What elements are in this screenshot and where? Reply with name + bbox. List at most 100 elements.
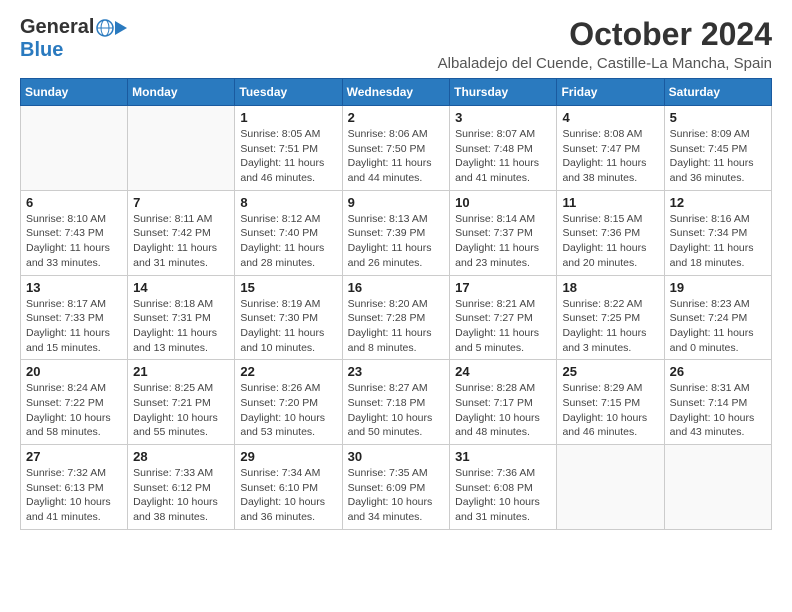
calendar-cell-w2-d1: 6 Sunrise: 8:10 AM Sunset: 7:43 PM Daylig… (21, 190, 128, 275)
day-number: 19 (670, 280, 766, 295)
day-number: 3 (455, 110, 551, 125)
calendar-cell-w4-d4: 23 Sunrise: 8:27 AM Sunset: 7:18 PM Dayli… (342, 360, 450, 445)
day-info: Sunrise: 8:31 AM Sunset: 7:14 PM Dayligh… (670, 381, 766, 440)
day-info: Sunrise: 8:20 AM Sunset: 7:28 PM Dayligh… (348, 297, 445, 356)
day-info: Sunrise: 8:29 AM Sunset: 7:15 PM Dayligh… (562, 381, 658, 440)
calendar-week-1: 1Sunrise: 8:05 AM Sunset: 7:51 PM Daylig… (21, 106, 772, 191)
day-number: 29 (240, 449, 336, 464)
day-info: Sunrise: 8:25 AM Sunset: 7:21 PM Dayligh… (133, 381, 229, 440)
calendar-cell-w5-d1: 27Sunrise: 7:32 AM Sunset: 6:13 PM Dayli… (21, 445, 128, 530)
day-info: Sunrise: 8:16 AM Sunset: 7:34 PM Dayligh… (670, 212, 766, 271)
day-number: 10 (455, 195, 551, 210)
calendar-cell-w5-d6 (557, 445, 664, 530)
day-number: 2 (348, 110, 445, 125)
calendar-cell-w5-d3: 29Sunrise: 7:34 AM Sunset: 6:10 PM Dayli… (235, 445, 342, 530)
day-number: 27 (26, 449, 122, 464)
calendar-cell-w1-d4: 2 Sunrise: 8:06 AM Sunset: 7:50 PM Daylig… (342, 106, 450, 191)
weekday-header-thursday: Thursday (450, 79, 557, 106)
calendar-cell-w1-d3: 1Sunrise: 8:05 AM Sunset: 7:51 PM Daylig… (235, 106, 342, 191)
calendar-cell-w3-d2: 14 Sunrise: 8:18 AM Sunset: 7:31 PM Dayli… (128, 275, 235, 360)
logo-globe-icon (96, 19, 114, 37)
calendar-cell-w3-d4: 16 Sunrise: 8:20 AM Sunset: 7:28 PM Dayli… (342, 275, 450, 360)
day-number: 14 (133, 280, 229, 295)
day-info: Sunrise: 8:06 AM Sunset: 7:50 PM Dayligh… (348, 127, 445, 186)
calendar-cell-w1-d1 (21, 106, 128, 191)
calendar-cell-w4-d3: 22 Sunrise: 8:26 AM Sunset: 7:20 PM Dayli… (235, 360, 342, 445)
day-info: Sunrise: 8:27 AM Sunset: 7:18 PM Dayligh… (348, 381, 445, 440)
calendar-week-5: 27Sunrise: 7:32 AM Sunset: 6:13 PM Dayli… (21, 445, 772, 530)
day-info: Sunrise: 8:22 AM Sunset: 7:25 PM Dayligh… (562, 297, 658, 356)
weekday-header-monday: Monday (128, 79, 235, 106)
month-title: October 2024 (438, 16, 772, 53)
weekday-header-tuesday: Tuesday (235, 79, 342, 106)
day-number: 15 (240, 280, 336, 295)
day-info: Sunrise: 8:19 AM Sunset: 7:30 PM Dayligh… (240, 297, 336, 356)
day-number: 22 (240, 364, 336, 379)
day-info: Sunrise: 8:10 AM Sunset: 7:43 PM Dayligh… (26, 212, 122, 271)
location-title: Albaladejo del Cuende, Castille-La Manch… (438, 55, 772, 72)
day-number: 8 (240, 195, 336, 210)
calendar-cell-w2-d3: 8 Sunrise: 8:12 AM Sunset: 7:40 PM Daylig… (235, 190, 342, 275)
weekday-header-row: SundayMondayTuesdayWednesdayThursdayFrid… (21, 79, 772, 106)
calendar-cell-w3-d6: 18Sunrise: 8:22 AM Sunset: 7:25 PM Dayli… (557, 275, 664, 360)
calendar-cell-w2-d7: 12 Sunrise: 8:16 AM Sunset: 7:34 PM Dayli… (664, 190, 771, 275)
day-info: Sunrise: 8:26 AM Sunset: 7:20 PM Dayligh… (240, 381, 336, 440)
logo-blue: Blue (20, 39, 63, 61)
day-number: 16 (348, 280, 445, 295)
calendar-week-3: 13Sunrise: 8:17 AM Sunset: 7:33 PM Dayli… (21, 275, 772, 360)
weekday-header-saturday: Saturday (664, 79, 771, 106)
calendar-week-2: 6 Sunrise: 8:10 AM Sunset: 7:43 PM Daylig… (21, 190, 772, 275)
calendar-cell-w1-d5: 3 Sunrise: 8:07 AM Sunset: 7:48 PM Daylig… (450, 106, 557, 191)
day-number: 7 (133, 195, 229, 210)
day-number: 30 (348, 449, 445, 464)
day-number: 28 (133, 449, 229, 464)
day-info: Sunrise: 8:23 AM Sunset: 7:24 PM Dayligh… (670, 297, 766, 356)
calendar-cell-w4-d1: 20 Sunrise: 8:24 AM Sunset: 7:22 PM Dayli… (21, 360, 128, 445)
logo: General Blue (20, 16, 127, 62)
day-number: 23 (348, 364, 445, 379)
day-info: Sunrise: 8:07 AM Sunset: 7:48 PM Dayligh… (455, 127, 551, 186)
day-number: 5 (670, 110, 766, 125)
day-info: Sunrise: 7:36 AM Sunset: 6:08 PM Dayligh… (455, 466, 551, 525)
day-number: 6 (26, 195, 122, 210)
weekday-header-sunday: Sunday (21, 79, 128, 106)
calendar-cell-w1-d7: 5Sunrise: 8:09 AM Sunset: 7:45 PM Daylig… (664, 106, 771, 191)
weekday-header-friday: Friday (557, 79, 664, 106)
day-number: 17 (455, 280, 551, 295)
calendar-cell-w4-d5: 24 Sunrise: 8:28 AM Sunset: 7:17 PM Dayli… (450, 360, 557, 445)
day-number: 9 (348, 195, 445, 210)
day-info: Sunrise: 8:13 AM Sunset: 7:39 PM Dayligh… (348, 212, 445, 271)
calendar-cell-w5-d7 (664, 445, 771, 530)
calendar-cell-w1-d6: 4Sunrise: 8:08 AM Sunset: 7:47 PM Daylig… (557, 106, 664, 191)
calendar-cell-w2-d5: 10 Sunrise: 8:14 AM Sunset: 7:37 PM Dayli… (450, 190, 557, 275)
day-number: 24 (455, 364, 551, 379)
calendar: SundayMondayTuesdayWednesdayThursdayFrid… (20, 78, 772, 530)
day-info: Sunrise: 8:24 AM Sunset: 7:22 PM Dayligh… (26, 381, 122, 440)
day-info: Sunrise: 7:35 AM Sunset: 6:09 PM Dayligh… (348, 466, 445, 525)
calendar-cell-w4-d7: 26Sunrise: 8:31 AM Sunset: 7:14 PM Dayli… (664, 360, 771, 445)
calendar-cell-w2-d2: 7 Sunrise: 8:11 AM Sunset: 7:42 PM Daylig… (128, 190, 235, 275)
day-number: 20 (26, 364, 122, 379)
day-info: Sunrise: 8:05 AM Sunset: 7:51 PM Dayligh… (240, 127, 336, 186)
calendar-cell-w4-d2: 21Sunrise: 8:25 AM Sunset: 7:21 PM Dayli… (128, 360, 235, 445)
day-info: Sunrise: 8:12 AM Sunset: 7:40 PM Dayligh… (240, 212, 336, 271)
calendar-cell-w3-d1: 13Sunrise: 8:17 AM Sunset: 7:33 PM Dayli… (21, 275, 128, 360)
day-info: Sunrise: 8:28 AM Sunset: 7:17 PM Dayligh… (455, 381, 551, 440)
calendar-cell-w1-d2 (128, 106, 235, 191)
calendar-cell-w3-d3: 15 Sunrise: 8:19 AM Sunset: 7:30 PM Dayli… (235, 275, 342, 360)
day-info: Sunrise: 8:17 AM Sunset: 7:33 PM Dayligh… (26, 297, 122, 356)
calendar-cell-w5-d2: 28 Sunrise: 7:33 AM Sunset: 6:12 PM Dayli… (128, 445, 235, 530)
calendar-week-4: 20 Sunrise: 8:24 AM Sunset: 7:22 PM Dayli… (21, 360, 772, 445)
day-number: 11 (562, 195, 658, 210)
day-info: Sunrise: 7:33 AM Sunset: 6:12 PM Dayligh… (133, 466, 229, 525)
logo-general: General (20, 16, 94, 39)
day-info: Sunrise: 8:14 AM Sunset: 7:37 PM Dayligh… (455, 212, 551, 271)
day-number: 12 (670, 195, 766, 210)
day-info: Sunrise: 8:21 AM Sunset: 7:27 PM Dayligh… (455, 297, 551, 356)
calendar-cell-w3-d5: 17 Sunrise: 8:21 AM Sunset: 7:27 PM Dayli… (450, 275, 557, 360)
day-info: Sunrise: 8:11 AM Sunset: 7:42 PM Dayligh… (133, 212, 229, 271)
day-info: Sunrise: 8:15 AM Sunset: 7:36 PM Dayligh… (562, 212, 658, 271)
day-info: Sunrise: 8:18 AM Sunset: 7:31 PM Dayligh… (133, 297, 229, 356)
calendar-cell-w4-d6: 25Sunrise: 8:29 AM Sunset: 7:15 PM Dayli… (557, 360, 664, 445)
calendar-cell-w2-d4: 9 Sunrise: 8:13 AM Sunset: 7:39 PM Daylig… (342, 190, 450, 275)
